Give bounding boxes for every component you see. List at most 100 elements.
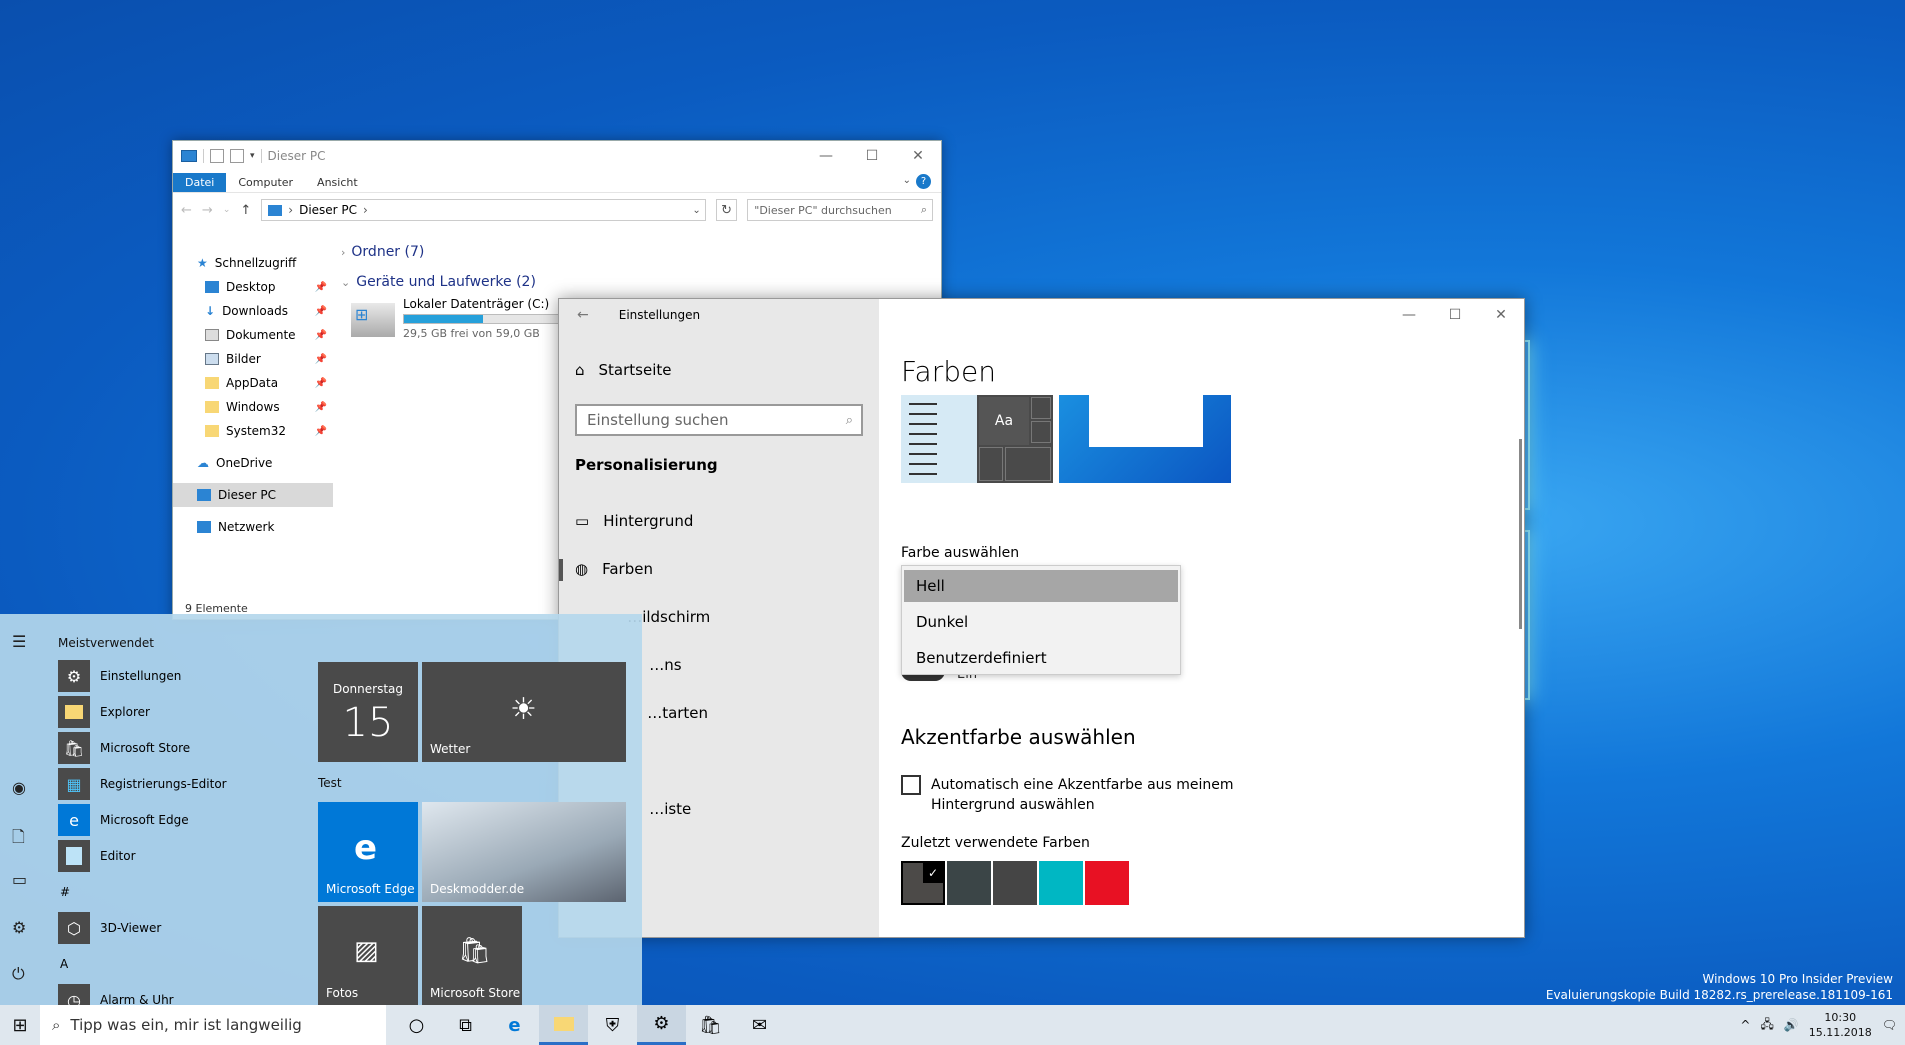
- color-swatch[interactable]: [1085, 861, 1129, 905]
- up-icon[interactable]: ↑: [240, 203, 251, 218]
- color-swatch[interactable]: [947, 861, 991, 905]
- option-hell[interactable]: Hell: [904, 570, 1178, 602]
- app-einstellungen[interactable]: ⚙ Einstellungen: [58, 658, 227, 694]
- back-arrow-icon[interactable]: ←: [577, 307, 589, 323]
- nav-pictures[interactable]: Bilder 📌: [173, 347, 333, 371]
- nav-this-pc[interactable]: Dieser PC: [173, 483, 333, 507]
- color-swatch[interactable]: ✓: [901, 861, 945, 905]
- app-microsoft-store[interactable]: 🛍 Microsoft Store: [58, 730, 227, 766]
- auto-accent-checkbox[interactable]: [901, 775, 921, 795]
- letter-header-hash[interactable]: #: [58, 874, 227, 910]
- tab-computer[interactable]: Computer: [226, 173, 305, 192]
- app-explorer[interactable]: Explorer: [58, 694, 227, 730]
- settings-home-link[interactable]: ⌂ Startseite: [575, 361, 672, 379]
- recent-dropdown-icon[interactable]: ⌄: [223, 205, 231, 215]
- cortana-icon[interactable]: ○: [392, 1005, 441, 1045]
- deskmodder-tile[interactable]: Deskmodder.de: [422, 802, 626, 902]
- weather-tile[interactable]: ☀ Wetter: [422, 662, 626, 762]
- auto-accent-checkbox-row[interactable]: Automatisch eine Akzentfarbe aus meinem …: [901, 775, 1321, 815]
- settings-gear-icon[interactable]: ⚙: [637, 1005, 686, 1045]
- color-preview: Aa: [901, 395, 1231, 483]
- file-explorer-icon[interactable]: [539, 1005, 588, 1045]
- explorer-search-input[interactable]: "Dieser PC" durchsuchen ⌕: [747, 199, 933, 221]
- taskbar-search-input[interactable]: ⌕ Tipp was ein, mir ist langweilig: [40, 1005, 386, 1045]
- pin-icon[interactable]: 📌: [315, 306, 327, 317]
- scrollbar[interactable]: [1519, 439, 1522, 629]
- settings-search-input[interactable]: Einstellung suchen ⌕: [575, 404, 863, 436]
- pin-icon[interactable]: 📌: [315, 402, 327, 413]
- nav-onedrive[interactable]: ☁ OneDrive: [173, 451, 333, 475]
- hamburger-menu-icon[interactable]: ☰: [12, 632, 26, 651]
- tab-ansicht[interactable]: Ansicht: [305, 173, 370, 192]
- nav-hintergrund[interactable]: ▭ Hintergrund: [559, 497, 879, 545]
- new-folder-icon[interactable]: [230, 149, 244, 163]
- minimize-button[interactable]: —: [803, 141, 849, 171]
- nav-appdata[interactable]: AppData 📌: [173, 371, 333, 395]
- nav-system32[interactable]: System32 📌: [173, 419, 333, 443]
- gear-icon[interactable]: ⚙: [12, 918, 26, 937]
- properties-icon[interactable]: [210, 149, 224, 163]
- color-swatch[interactable]: [993, 861, 1037, 905]
- color-swatch[interactable]: [1039, 861, 1083, 905]
- maximize-button[interactable]: ☐: [1432, 299, 1478, 331]
- nav-farben[interactable]: ◍ Farben: [559, 545, 879, 593]
- pin-icon[interactable]: 📌: [315, 426, 327, 437]
- color-mode-dropdown[interactable]: Hell Dunkel Benutzerdefiniert: [901, 565, 1181, 675]
- mail-icon[interactable]: ✉: [735, 1005, 784, 1045]
- notification-icon[interactable]: 🗨: [1882, 1018, 1897, 1032]
- clock[interactable]: 10:30 15.11.2018: [1809, 1010, 1872, 1040]
- task-view-icon[interactable]: ⧉: [441, 1005, 490, 1045]
- back-icon[interactable]: ←: [181, 203, 192, 218]
- forward-icon[interactable]: →: [202, 203, 213, 218]
- app-registry-editor[interactable]: ▦ Registrierungs-Editor: [58, 766, 227, 802]
- nav-desktop[interactable]: Desktop 📌: [173, 275, 333, 299]
- close-button[interactable]: ✕: [1478, 299, 1524, 331]
- drive-c[interactable]: ⊞ Lokaler Datenträger (C:) 29,5 GB frei …: [351, 297, 563, 340]
- navigation-pane: ★ Schnellzugriff Desktop 📌 ↓ Downloads 📌…: [173, 251, 333, 594]
- calendar-tile[interactable]: Donnerstag 15: [318, 662, 418, 762]
- pin-icon[interactable]: 📌: [315, 354, 327, 365]
- group-folders[interactable]: › Ordner (7): [341, 237, 941, 267]
- app-editor[interactable]: Editor: [58, 838, 227, 874]
- help-icon[interactable]: ?: [916, 174, 931, 189]
- tile-group-heading[interactable]: Test: [318, 776, 342, 790]
- pin-icon[interactable]: 📌: [315, 282, 327, 293]
- expand-ribbon-icon[interactable]: ⌄: [903, 175, 911, 186]
- power-icon[interactable]: ⏻: [12, 964, 25, 984]
- maximize-button[interactable]: ☐: [849, 141, 895, 171]
- pictures-icon[interactable]: ▭: [12, 870, 27, 889]
- nav-quick-access[interactable]: ★ Schnellzugriff: [173, 251, 333, 275]
- photos-tile[interactable]: ▨ Fotos: [318, 906, 418, 1006]
- group-drives[interactable]: ⌄ Geräte und Laufwerke (2): [341, 267, 941, 297]
- app-microsoft-edge[interactable]: e Microsoft Edge: [58, 802, 227, 838]
- volume-icon[interactable]: 🔊: [1784, 1018, 1799, 1032]
- documents-icon[interactable]: 🗋: [12, 826, 25, 853]
- address-box[interactable]: › Dieser PC › ⌄: [261, 199, 706, 221]
- edge-icon[interactable]: e: [490, 1005, 539, 1045]
- edge-tile[interactable]: e Microsoft Edge: [318, 802, 418, 902]
- letter-header-a[interactable]: A: [58, 946, 227, 982]
- nav-downloads[interactable]: ↓ Downloads 📌: [173, 299, 333, 323]
- user-avatar-icon[interactable]: ◉: [12, 778, 26, 797]
- chevron-down-icon[interactable]: ⌄: [692, 205, 700, 216]
- close-button[interactable]: ✕: [895, 141, 941, 171]
- nav-network[interactable]: Netzwerk: [173, 515, 333, 539]
- store-bag-icon[interactable]: 🛍: [686, 1005, 735, 1045]
- nav-documents[interactable]: Dokumente 📌: [173, 323, 333, 347]
- pin-icon[interactable]: 📌: [315, 378, 327, 389]
- tab-datei[interactable]: Datei: [173, 173, 227, 192]
- minimize-button[interactable]: —: [1386, 299, 1432, 331]
- option-benutzerdefiniert[interactable]: Benutzerdefiniert: [904, 642, 1178, 674]
- store-tile[interactable]: 🛍 Microsoft Store: [422, 906, 522, 1006]
- pin-icon[interactable]: 📌: [315, 330, 327, 341]
- chevron-up-icon[interactable]: ^: [1740, 1018, 1750, 1032]
- network-icon[interactable]: 🖧: [1760, 1015, 1773, 1036]
- start-button[interactable]: ⊞: [0, 1005, 40, 1045]
- tile-label: Fotos: [326, 986, 359, 1000]
- security-shield-icon[interactable]: ⛨: [588, 1005, 637, 1045]
- option-dunkel[interactable]: Dunkel: [904, 606, 1178, 638]
- nav-windows[interactable]: Windows 📌: [173, 395, 333, 419]
- app-3d-viewer[interactable]: ⬡ 3D-Viewer: [58, 910, 227, 946]
- refresh-button[interactable]: ↻: [715, 199, 738, 221]
- quick-access-dropdown-icon[interactable]: ▾: [250, 151, 255, 161]
